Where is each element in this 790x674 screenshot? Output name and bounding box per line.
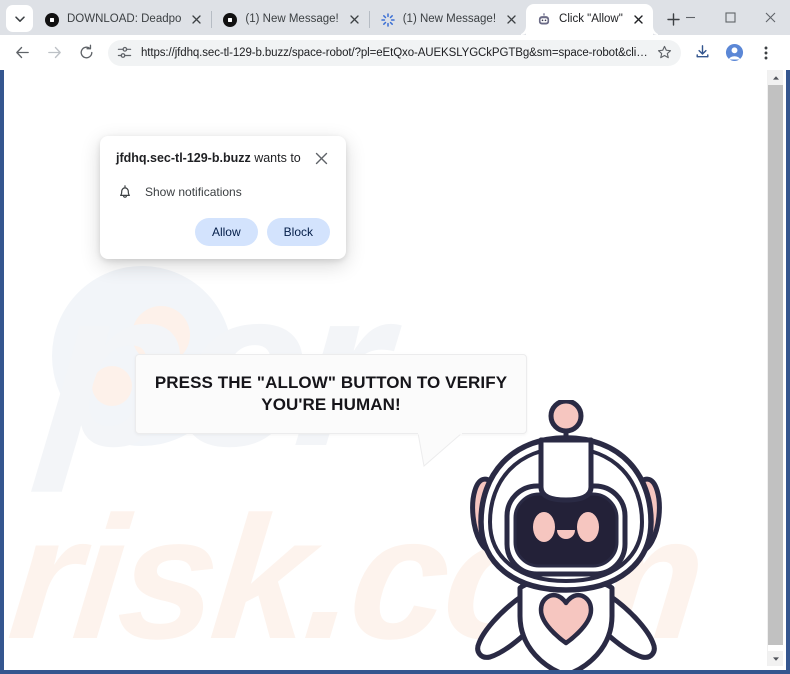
close-icon: [315, 152, 327, 164]
close-icon: [192, 15, 202, 24]
robot-icon: [536, 12, 552, 28]
scrollbar-thumb[interactable]: [768, 85, 783, 645]
window-controls: [670, 0, 790, 35]
dialog-header: jfdhq.sec-tl-129-b.buzz wants to: [116, 150, 330, 167]
address-bar[interactable]: https://jfdhq.sec-tl-129-b.buzz/space-ro…: [108, 39, 681, 66]
reload-icon: [80, 44, 92, 59]
maximize-icon: [724, 12, 736, 23]
close-icon: [507, 15, 516, 24]
robot-mascot: [470, 400, 662, 670]
downloads-button[interactable]: [688, 39, 716, 67]
dialog-title: jfdhq.sec-tl-129-b.buzz wants to: [116, 150, 307, 167]
allow-button[interactable]: Allow: [194, 218, 258, 246]
back-button[interactable]: [8, 39, 36, 67]
profile-avatar[interactable]: [720, 39, 748, 67]
arrow-right-icon: [47, 46, 61, 59]
dialog-origin: jfdhq.sec-tl-129-b.buzz: [116, 151, 251, 165]
tab-title: (1) New Message!: [245, 13, 339, 25]
browser-toolbar: https://jfdhq.sec-tl-129-b.buzz/space-ro…: [0, 35, 790, 70]
bookmark-star-icon[interactable]: [655, 45, 673, 60]
bell-icon: [116, 183, 134, 201]
tab-title: DOWNLOAD: Deadpo: [67, 13, 182, 25]
arrow-left-icon: [15, 46, 29, 59]
permission-request-label: Show notifications: [145, 185, 242, 199]
tab-click-allow[interactable]: Click "Allow": [526, 4, 653, 35]
three-dots-icon: [764, 46, 768, 59]
tab-title: Click "Allow": [559, 13, 623, 25]
page-scrollbar[interactable]: [767, 70, 783, 666]
minimize-icon: [685, 16, 695, 19]
speech-bubble-tail: [418, 433, 462, 467]
notification-permission-dialog: jfdhq.sec-tl-129-b.buzz wants to Show no…: [100, 136, 346, 259]
caret-down-icon: [772, 656, 779, 661]
chevron-down-icon: [14, 15, 25, 22]
maximize-button[interactable]: [710, 0, 750, 35]
dialog-close-button[interactable]: [312, 149, 330, 167]
tab-close-button[interactable]: [630, 11, 647, 28]
tab-title: (1) New Message!: [402, 13, 497, 25]
reload-button[interactable]: [72, 39, 100, 67]
download-icon: [696, 45, 708, 58]
site-settings-icon[interactable]: [117, 45, 133, 60]
close-icon: [634, 15, 643, 24]
close-icon: [350, 15, 359, 24]
tab-strip: DOWNLOAD: Deadpo (1) New Message! (1) Ne…: [0, 0, 790, 35]
caret-up-icon: [772, 75, 779, 80]
web-page-content: pcr risk.com PRESS THE "ALLOW" BUTTON TO…: [4, 70, 771, 670]
block-button[interactable]: Block: [266, 218, 330, 246]
browser-window: DOWNLOAD: Deadpo (1) New Message! (1) Ne…: [0, 0, 790, 674]
chrome-menu-button[interactable]: [752, 39, 780, 67]
scrollbar-up-button[interactable]: [768, 70, 783, 85]
close-icon: [765, 12, 775, 23]
disc-icon: [44, 12, 60, 28]
url-text: https://jfdhq.sec-tl-129-b.buzz/space-ro…: [141, 46, 649, 59]
dialog-wants-to: wants to: [250, 151, 301, 165]
watermark-dot: [92, 366, 132, 406]
scrollbar-down-button[interactable]: [768, 651, 783, 666]
forward-button[interactable]: [40, 39, 68, 67]
tab-download-deadpool[interactable]: DOWNLOAD: Deadpo: [34, 4, 211, 35]
tab-close-button[interactable]: [188, 11, 205, 28]
avatar-icon: [725, 43, 743, 62]
minimize-button[interactable]: [670, 0, 710, 35]
tab-search-button[interactable]: [6, 5, 33, 32]
tab-new-message-1[interactable]: (1) New Message!: [212, 4, 368, 35]
tab-close-button[interactable]: [346, 11, 363, 28]
page-viewport: pcr risk.com PRESS THE "ALLOW" BUTTON TO…: [0, 70, 790, 674]
close-window-button[interactable]: [750, 0, 790, 35]
disc-icon: [222, 12, 238, 28]
tab-new-message-2[interactable]: (1) New Message!: [370, 4, 526, 35]
loading-spinner-icon: [380, 12, 396, 28]
dialog-actions: Allow Block: [116, 218, 330, 246]
permission-request-row: Show notifications: [116, 183, 330, 201]
